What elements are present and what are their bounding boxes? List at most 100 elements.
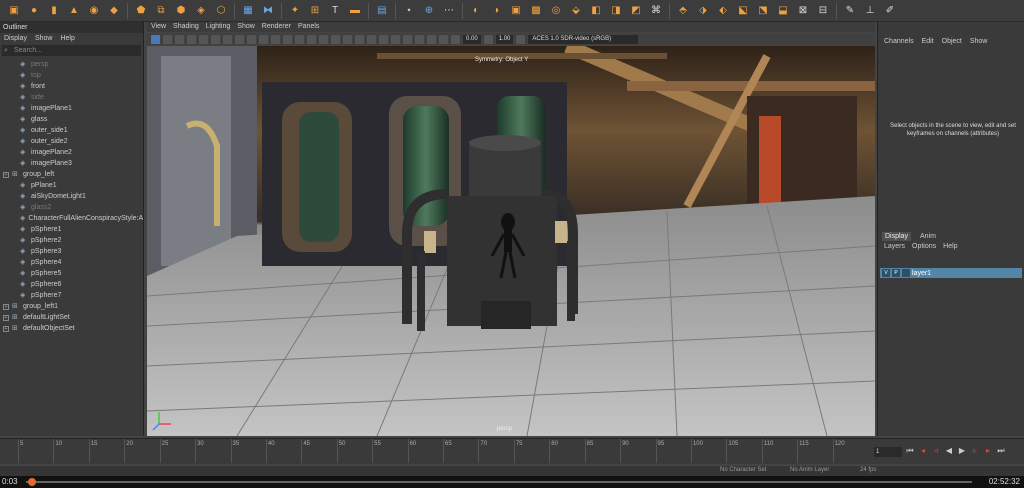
outliner-item[interactable]: ◈ persp — [0, 59, 143, 70]
ruler-icon[interactable]: ⊥ — [863, 4, 877, 18]
viewport-menu-renderer[interactable]: Renderer — [262, 22, 291, 32]
tab-anim[interactable]: Anim — [917, 232, 939, 241]
layer-playback-toggle[interactable]: P — [892, 269, 900, 277]
resolution-gate-icon[interactable] — [223, 34, 232, 44]
outliner-item[interactable]: + ⊞ defaultObjectSet — [0, 323, 143, 334]
pivot-icon[interactable]: ⋯ — [442, 4, 456, 18]
slide-edge-icon[interactable]: ⬗ — [696, 4, 710, 18]
outliner-item[interactable]: ◈ pSphere6 — [0, 279, 143, 290]
channel-menu-object[interactable]: Object — [942, 36, 962, 47]
channel-menu-channels[interactable]: Channels — [884, 36, 914, 47]
connect-icon[interactable]: ⬙ — [569, 4, 583, 18]
paint-icon[interactable]: ✐ — [883, 4, 897, 18]
time-slider[interactable]: 5 10 15 20 25 30 35 40 45 50 55 60 65 70 75 80 85 90 95 100… — [0, 438, 1024, 464]
append-icon[interactable]: ▣ — [509, 4, 523, 18]
pen-icon[interactable]: ✎ — [843, 4, 857, 18]
go-to-start-icon[interactable]: ⏮ — [906, 446, 914, 455]
cube-icon[interactable]: ▣ — [7, 4, 21, 18]
sculpt-icon[interactable]: ✦ — [288, 4, 302, 18]
outliner-item[interactable]: ◈ top — [0, 70, 143, 81]
isolate-select-icon[interactable] — [391, 34, 400, 44]
xray-icon[interactable] — [403, 34, 412, 44]
outliner-item[interactable]: ◈ pSphere2 — [0, 235, 143, 246]
xray-joints-icon[interactable] — [415, 34, 424, 44]
layer-menu-help[interactable]: Help — [943, 243, 957, 250]
combine-icon[interactable]: ⧉ — [154, 4, 168, 18]
anti-aliasing-icon[interactable] — [367, 34, 376, 44]
smooth-icon[interactable]: ◈ — [194, 4, 208, 18]
extract-icon[interactable]: ⬢ — [174, 4, 188, 18]
bevel-icon[interactable]: ⬡ — [214, 4, 228, 18]
view-transform-select[interactable]: ACES 1.0 SDR-video (sRGB) — [528, 34, 639, 44]
outliner-menu-display[interactable]: Display — [4, 33, 27, 44]
target-weld-icon[interactable]: ⬘ — [676, 4, 690, 18]
color-management-icon[interactable] — [516, 34, 526, 44]
extrude-icon[interactable]: ◐ — [469, 4, 483, 18]
snap-icon[interactable]: ⋆ — [402, 4, 416, 18]
expand-icon[interactable]: + — [3, 314, 9, 321]
channel-menu-edit[interactable]: Edit — [922, 36, 934, 47]
outliner-item[interactable]: ◈ aiSkyDomeLight1 — [0, 191, 143, 202]
layer-visibility-toggle[interactable]: V — [882, 269, 890, 277]
merge-icon[interactable]: ◎ — [549, 4, 563, 18]
lattice-icon[interactable]: ⊞ — [308, 4, 322, 18]
mirror-icon[interactable]: ⧓ — [261, 4, 275, 18]
outliner-item[interactable]: ◈ front — [0, 81, 143, 92]
outliner-item[interactable]: + ⊞ group_left1 — [0, 301, 143, 312]
torus-icon[interactable]: ◉ — [87, 4, 101, 18]
quad-draw-icon[interactable]: ⌘ — [649, 4, 663, 18]
anim-layer-label[interactable]: No Anim Layer — [790, 467, 829, 473]
expand-icon[interactable]: + — [3, 303, 9, 310]
outliner-item[interactable]: ◈ pSphere4 — [0, 257, 143, 268]
expand-icon[interactable]: + — [3, 171, 9, 178]
spin-edge-icon[interactable]: ⬖ — [716, 4, 730, 18]
seek-knob[interactable] — [28, 478, 36, 486]
grid-toggle-icon[interactable] — [199, 34, 208, 44]
outliner-item[interactable]: ◈ pSphere5 — [0, 268, 143, 279]
viewport-menu-shading[interactable]: Shading — [173, 22, 199, 32]
image-plane-icon[interactable] — [187, 34, 196, 44]
camera-attributes-icon[interactable] — [163, 34, 172, 44]
delete-history-icon[interactable]: ⊟ — [816, 4, 830, 18]
hud-icon[interactable] — [439, 34, 448, 44]
svg-icon[interactable]: ▬ — [348, 4, 362, 18]
outliner-item[interactable]: ◈ pSphere1 — [0, 224, 143, 235]
step-forward-frame-icon[interactable]: ▹ — [971, 446, 979, 455]
outliner-menu-show[interactable]: Show — [35, 33, 53, 44]
insert-edge-icon[interactable]: ◨ — [609, 4, 623, 18]
smooth-shade-icon[interactable] — [283, 34, 292, 44]
current-frame-field[interactable]: 1 — [874, 447, 902, 457]
outliner-item[interactable]: ◈ pSphere3 — [0, 246, 143, 257]
measure-icon[interactable]: ⊕ — [422, 4, 436, 18]
expand-icon[interactable]: + — [3, 325, 9, 332]
textured-icon[interactable] — [307, 34, 316, 44]
seek-bar[interactable] — [26, 481, 972, 483]
plane-icon[interactable]: ◆ — [107, 4, 121, 18]
viewport-menu-lighting[interactable]: Lighting — [206, 22, 231, 32]
channel-menu-show[interactable]: Show — [970, 36, 988, 47]
fps-label[interactable]: 24 fps — [860, 467, 876, 473]
layer-menu-layers[interactable]: Layers — [884, 243, 905, 250]
text-icon[interactable]: T — [328, 4, 342, 18]
xray-components-icon[interactable] — [427, 34, 436, 44]
bookmark-icon[interactable] — [175, 34, 184, 44]
outliner-item[interactable]: ◈ imagePlane3 — [0, 158, 143, 169]
exposure-field[interactable]: 0.00 — [463, 34, 481, 44]
viewport-menu-show[interactable]: Show — [237, 22, 255, 32]
sphere-icon[interactable]: ● — [27, 4, 41, 18]
layer-color-swatch[interactable] — [902, 269, 910, 277]
outliner-item[interactable]: ◈ side — [0, 92, 143, 103]
outliner-item[interactable]: ◈ CharacterFullAlienConspiracyStyle:Ali — [0, 213, 143, 224]
step-forward-key-icon[interactable]: ▸ — [984, 446, 992, 455]
outliner-item[interactable]: ◈ glass2 — [0, 202, 143, 213]
play-forwards-icon[interactable]: ▶ — [958, 446, 966, 455]
tab-display[interactable]: Display — [882, 232, 911, 241]
multi-cut-icon[interactable]: ◧ — [589, 4, 603, 18]
play-backwards-icon[interactable]: ◀ — [945, 446, 953, 455]
outliner-item[interactable]: ◈ glass — [0, 114, 143, 125]
shadows-icon[interactable] — [331, 34, 340, 44]
outliner-item[interactable]: ◈ outer_side2 — [0, 136, 143, 147]
outliner-search-input[interactable]: ⌕ Search... — [2, 45, 141, 56]
layer-row[interactable]: V P layer1 — [880, 268, 1022, 278]
uv-icon[interactable]: ▦ — [241, 4, 255, 18]
